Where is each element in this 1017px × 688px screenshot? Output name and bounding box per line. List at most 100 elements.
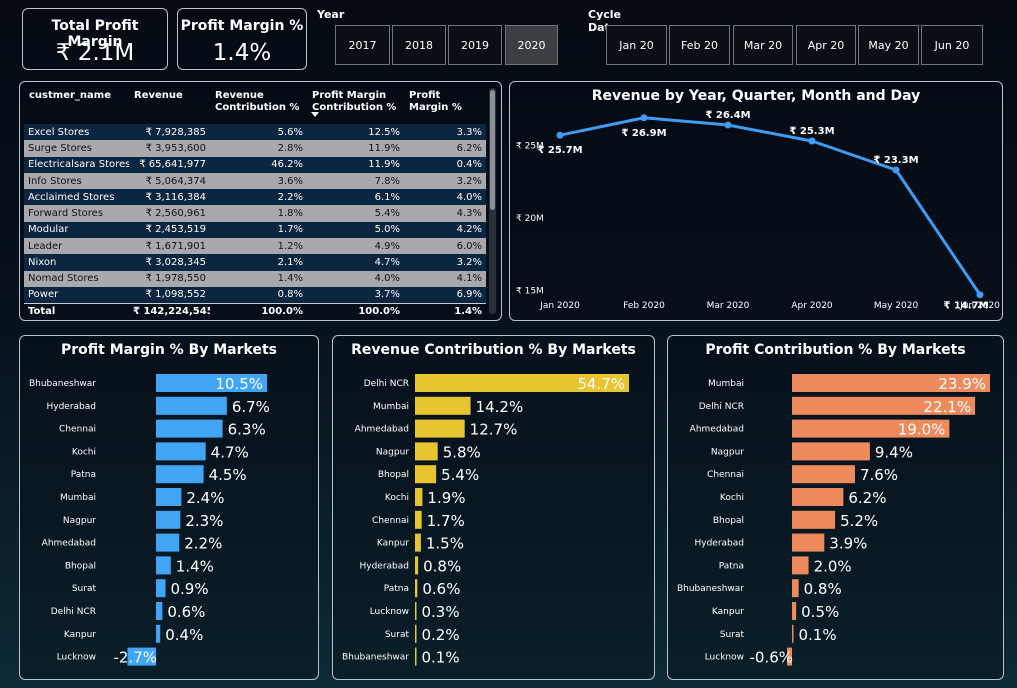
bar[interactable] [156, 556, 171, 575]
col-header-profit-margin-contribution[interactable]: Profit Margin Contribution % [307, 86, 404, 124]
value-label: 4.5% [209, 466, 247, 484]
category-label: Bhopal [378, 470, 409, 480]
data-point[interactable] [892, 166, 900, 174]
bar[interactable] [415, 556, 419, 575]
table-row[interactable]: Modular ₹ 2,453,519 1.7% 5.0% 4.2% [24, 221, 486, 239]
value-label: 0.2% [422, 626, 460, 644]
bar[interactable] [156, 510, 181, 529]
col-header-revenue-contribution[interactable]: Revenue Contribution % [210, 86, 307, 124]
bar[interactable] [792, 579, 799, 598]
bar[interactable] [415, 533, 421, 552]
data-label: ₹ 25.3M [789, 126, 834, 137]
table-row[interactable]: Power ₹ 1,098,552 0.8% 3.7% 6.9% [24, 286, 486, 304]
bar[interactable] [415, 510, 422, 529]
col-header-revenue[interactable]: Revenue [129, 86, 210, 124]
total-profit-margin-contribution: 100.0% [307, 302, 404, 320]
cell-customer-name: Nixon [24, 254, 129, 271]
bar[interactable] [156, 396, 227, 415]
bar[interactable] [792, 465, 855, 484]
cell-customer-name: Nomad Stores [24, 270, 129, 287]
table-row[interactable]: Nixon ₹ 3,028,345 2.1% 4.7% 3.2% [24, 254, 486, 271]
category-label: Bhubaneshwar [29, 379, 96, 389]
cell-revenue: ₹ 2,453,519 [129, 221, 210, 239]
value-label: 22.1% [923, 398, 971, 416]
table-scrollbar-thumb[interactable] [490, 90, 495, 210]
cycle-option-feb-20[interactable]: Feb 20 [669, 25, 730, 65]
cell-profit-margin-contribution: 3.7% [307, 286, 404, 304]
bar[interactable] [415, 647, 417, 666]
bar[interactable] [792, 488, 844, 506]
cell-profit-margin-pct: 3.2% [404, 254, 486, 271]
data-point[interactable] [724, 121, 732, 129]
year-option-2017[interactable]: 2017 [335, 25, 390, 65]
bar[interactable] [415, 579, 418, 598]
table-row[interactable]: Acclaimed Stores ₹ 3,116,384 2.2% 6.1% 4.0% [24, 189, 486, 206]
table-row[interactable]: Electricalsara Stores ₹ 65,641,977 46.2% 11… [24, 156, 486, 173]
year-option-2018[interactable]: 2018 [392, 25, 446, 65]
bar[interactable] [792, 442, 870, 461]
cell-customer-name: Forward Stores [24, 205, 129, 222]
kpi-card-profit-margin-pct: Profit Margin % 1.4% [177, 8, 307, 70]
table-row[interactable]: Nomad Stores ₹ 1,978,550 1.4% 4.0% 4.1% [24, 270, 486, 287]
sort-descending-icon [311, 112, 319, 117]
value-label: 5.4% [441, 466, 479, 484]
value-label: 2.4% [186, 489, 224, 507]
bar[interactable] [156, 579, 166, 598]
bar[interactable] [792, 510, 836, 529]
category-label: Nagpur [63, 516, 96, 526]
value-label: 0.1% [422, 649, 460, 667]
cycle-option-jun-20[interactable]: Jun 20 [921, 25, 983, 65]
cycle-option-apr-20[interactable]: Apr 20 [796, 25, 856, 65]
table-row[interactable]: Surge Stores ₹ 3,953,600 2.8% 11.9% 6.2% [24, 140, 486, 157]
bar[interactable] [156, 465, 204, 484]
col-header-label: Profit Margin Contribution % [312, 90, 397, 113]
cycle-option-may-20[interactable]: May 20 [858, 25, 919, 65]
cycle-option-jan-20[interactable]: Jan 20 [606, 25, 667, 65]
table-row[interactable]: Forward Stores ₹ 2,560,961 1.8% 5.4% 4.3% [24, 205, 486, 222]
data-point[interactable] [640, 114, 648, 122]
bar[interactable] [156, 624, 161, 643]
bar[interactable] [415, 624, 417, 643]
bar[interactable] [156, 602, 163, 620]
data-point[interactable] [808, 137, 816, 145]
bar[interactable] [415, 396, 471, 415]
bar[interactable] [156, 488, 182, 506]
bar[interactable] [792, 556, 809, 575]
category-label: Ahmedabad [355, 425, 409, 435]
bar[interactable] [415, 419, 465, 438]
bar[interactable] [415, 442, 438, 461]
kpi-title: Profit Margin % [180, 18, 304, 34]
cell-customer-name: Acclaimed Stores [24, 189, 129, 206]
bar[interactable] [156, 442, 206, 461]
bar[interactable] [792, 602, 797, 620]
cell-profit-margin-pct: 3.2% [404, 172, 486, 190]
bar[interactable] [415, 488, 423, 506]
bar[interactable] [415, 602, 417, 620]
table-row[interactable]: Leader ₹ 1,671,901 1.2% 4.9% 6.0% [24, 238, 486, 255]
cell-profit-margin-pct: 3.3% [404, 124, 486, 141]
table-row[interactable]: Info Stores ₹ 5,064,374 3.6% 7.8% 3.2% [24, 172, 486, 190]
data-point[interactable] [556, 131, 564, 139]
category-label: Hyderabad [695, 539, 745, 549]
data-point[interactable] [976, 291, 984, 299]
bar[interactable] [156, 419, 223, 438]
bar[interactable] [156, 533, 180, 552]
cell-revenue-contribution: 2.1% [210, 254, 307, 271]
year-option-2020[interactable]: 2020 [505, 25, 558, 65]
value-label: 0.4% [165, 626, 203, 644]
bar[interactable] [792, 533, 825, 552]
value-label: 0.9% [171, 580, 209, 598]
year-option-2019[interactable]: 2019 [448, 25, 502, 65]
cell-revenue: ₹ 1,671,901 [129, 238, 210, 255]
bar[interactable] [792, 624, 794, 643]
col-header-profit-margin-pct[interactable]: Profit Margin % [404, 86, 486, 124]
cycle-option-mar-20[interactable]: Mar 20 [733, 25, 793, 65]
table-scrollbar[interactable] [489, 88, 496, 314]
col-header-customer-name[interactable]: custmer_name [24, 86, 129, 124]
table-row[interactable]: Excel Stores ₹ 7,928,385 5.6% 12.5% 3.3% [24, 124, 486, 141]
bar[interactable] [415, 465, 437, 484]
cell-revenue: ₹ 3,028,345 [129, 254, 210, 271]
x-tick-label: Mar 2020 [707, 301, 750, 311]
profit-margin-bar-chart: Bhubaneshwar 10.5% Hyderabad 6.7% Chennai 6.3… [29, 374, 270, 667]
value-label: 5.8% [443, 443, 481, 461]
